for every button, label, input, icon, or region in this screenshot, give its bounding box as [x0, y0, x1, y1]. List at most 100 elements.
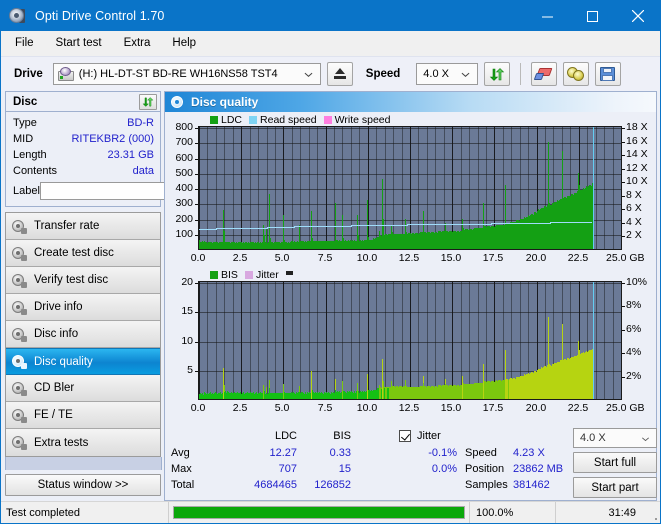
charts-container: LDC Read speed Write speed 100 200 300 400 500 6…: [165, 112, 656, 426]
disc-icon: [11, 327, 27, 342]
menu-help[interactable]: Help: [161, 34, 207, 52]
disc-icon: [11, 381, 27, 396]
x-axis-tick: 17.5: [482, 402, 504, 414]
gridline-v: [359, 127, 360, 249]
x-axis-tick: 17.5: [482, 252, 504, 264]
sidebar-item-label: Disc info: [34, 328, 79, 340]
y2-axis-tickmark: [622, 196, 625, 197]
erase-button[interactable]: [531, 62, 558, 86]
progress-cell: [169, 502, 470, 523]
speed-select[interactable]: 4.0 X: [416, 63, 479, 85]
sidebar-item-transfer-rate[interactable]: Transfer rate: [6, 213, 160, 240]
chevron-down-icon: [642, 437, 649, 442]
test-speed-select[interactable]: 4.0 X: [573, 428, 657, 448]
gridline-v: [300, 127, 301, 249]
gridline-v: [351, 127, 352, 249]
maximize-icon[interactable]: [570, 1, 615, 31]
disc-row-contents: Contents data: [13, 163, 154, 179]
y2-axis-tick: 16 X: [626, 135, 648, 147]
sidebar-item-label: Extra tests: [34, 436, 89, 449]
gridline-v: [267, 282, 268, 399]
disc-mid-label: MID: [13, 133, 34, 145]
refresh-button[interactable]: [484, 62, 511, 86]
sidebar-item-disc-quality[interactable]: Disc quality: [6, 348, 160, 375]
y-axis-tick: 10: [181, 335, 193, 347]
elapsed-time: 31:49: [608, 506, 636, 519]
resize-grip[interactable]: [644, 502, 660, 523]
speed-line-seg: [267, 227, 294, 228]
speed-line-seg: [435, 224, 462, 225]
eject-button[interactable]: [326, 62, 353, 86]
drive-select-value: (H:) HL-DT-ST BD-RE WH16NS58 TST4: [78, 68, 278, 80]
start-full-button[interactable]: Start full: [573, 452, 657, 473]
status-window-button[interactable]: Status window >>: [5, 474, 161, 496]
sidebar-item-verify-test-disc[interactable]: Verify test disc: [6, 267, 160, 294]
samples-stat-label: Samples: [465, 479, 508, 491]
y2-axis-tick: 6%: [626, 323, 642, 335]
title-bar: Opti Drive Control 1.70: [1, 1, 660, 31]
disc-panel-header: Disc: [6, 92, 160, 112]
sidebar-item-drive-info[interactable]: Drive info: [6, 294, 160, 321]
gridline-v: [427, 127, 428, 249]
gridline-v: [317, 127, 318, 249]
sidebar-item-fe-te[interactable]: FE / TE: [6, 402, 160, 429]
gridline-v: [309, 282, 310, 399]
gridline-v: [376, 127, 377, 249]
eraser-icon: [534, 67, 553, 81]
disc-label-caption: Label: [13, 185, 40, 197]
gridline-h: [199, 342, 621, 343]
x-axis-tick: 15.0: [440, 252, 462, 264]
legend-entry-0: BIS: [210, 269, 238, 281]
disc-mid-value: RITEKBR2 (000): [71, 133, 154, 145]
app-disc-icon: [9, 7, 27, 25]
stats-max-bis: 15: [338, 463, 351, 475]
x-axis-tick: 25.0 GB: [606, 402, 645, 414]
start-part-button[interactable]: Start part: [573, 477, 657, 498]
disc-contents-value: data: [132, 165, 154, 177]
data-end-marker: [593, 127, 594, 249]
sidebar-item-label: Transfer rate: [34, 220, 100, 232]
drive-select[interactable]: (H:) HL-DT-ST BD-RE WH16NS58 TST4: [52, 63, 321, 85]
y-axis-tick: 600: [175, 152, 193, 164]
y-axis-tickmark: [195, 174, 198, 175]
disc-panel-title: Disc: [13, 95, 38, 108]
y-axis-tickmark: [195, 235, 198, 236]
disc-quality-icon: [171, 95, 185, 109]
sidebar-item-extra-tests[interactable]: Extra tests: [6, 429, 160, 456]
gridline-v: [613, 127, 614, 249]
speed-line-seg: [378, 225, 407, 226]
nav-list: Transfer rate Create test disc Verify te…: [5, 212, 161, 457]
sidebar-item-create-test-disc[interactable]: Create test disc: [6, 240, 160, 267]
minimize-icon[interactable]: [525, 1, 570, 31]
close-icon[interactable]: [615, 1, 660, 31]
refresh-icon: [142, 96, 154, 107]
x-axis-tick: 7.5: [317, 402, 333, 414]
speed-line-seg: [199, 229, 216, 230]
x-axis-tick: 2.5: [232, 252, 248, 264]
progress-percent: 100.0%: [470, 502, 556, 523]
disc-tools-button[interactable]: [563, 62, 590, 86]
gridline-v: [241, 282, 242, 399]
legend-marker: [285, 271, 293, 275]
menu-extra[interactable]: Extra: [113, 34, 162, 52]
position-stat-value: 23862 MB: [513, 463, 564, 475]
y2-axis-tick: 8 X: [626, 189, 642, 201]
x-axis-tick: 20.0: [525, 402, 547, 414]
legend-entry-1: Read speed: [249, 114, 317, 126]
save-button[interactable]: [595, 62, 622, 86]
gridline-v: [376, 282, 377, 399]
stats-total-ldc: 4684465: [254, 479, 297, 491]
disc-refresh-button[interactable]: [139, 93, 157, 110]
gridline-v: [326, 127, 327, 249]
menu-file[interactable]: File: [10, 34, 45, 52]
y2-axis-tickmark: [622, 283, 625, 284]
sidebar-item-cd-bler[interactable]: CD Bler: [6, 375, 160, 402]
disc-row-mid: MID RITEKBR2 (000): [13, 131, 154, 147]
jitter-checkbox[interactable]: [399, 430, 411, 442]
gridline-v: [224, 282, 225, 399]
menu-start-test[interactable]: Start test: [45, 34, 113, 52]
gridline-v: [393, 282, 394, 399]
x-axis-tick: 12.5: [398, 252, 420, 264]
sidebar-item-disc-info[interactable]: Disc info: [6, 321, 160, 348]
disc-type-value: BD-R: [127, 117, 154, 129]
